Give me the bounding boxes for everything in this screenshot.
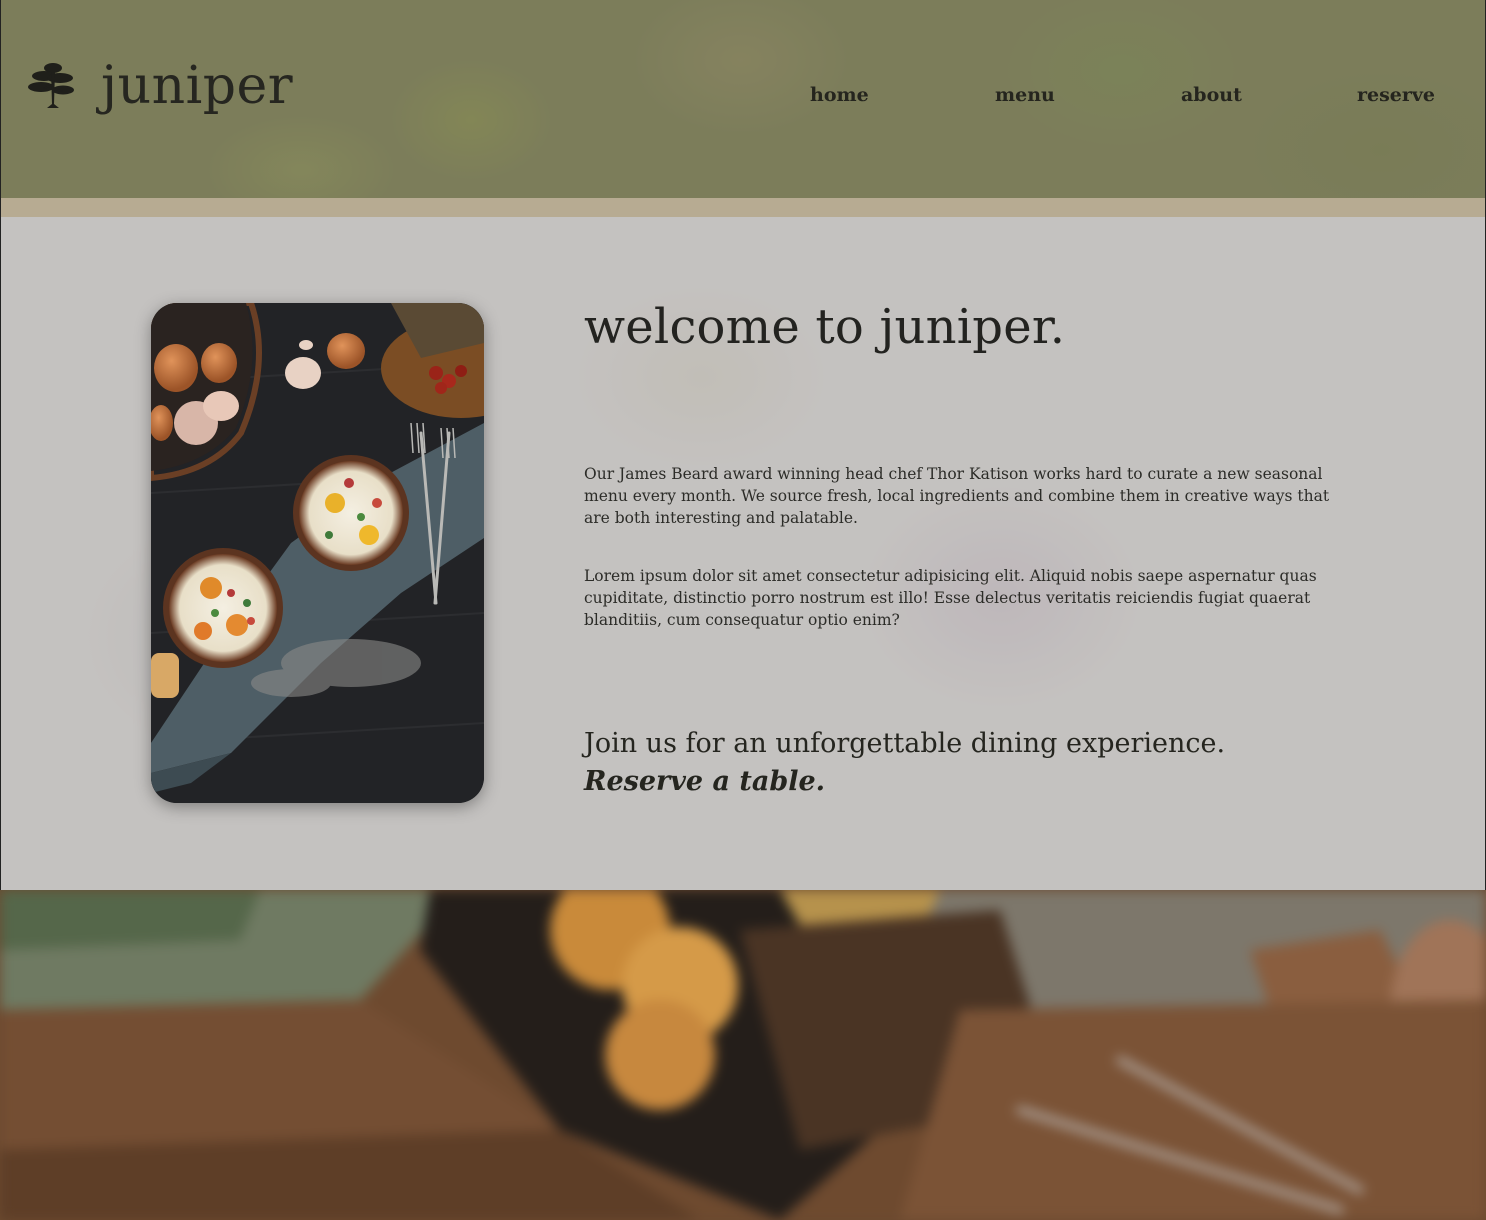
- site-header: juniper home menu about reserve: [0, 0, 1486, 198]
- chef-paragraph: Our James Beard award winning head chef …: [584, 465, 1330, 527]
- header-divider: [0, 198, 1486, 217]
- reserve-cta: Join us for an unforgettable dining expe…: [584, 725, 1344, 801]
- footer-background-photo: [0, 890, 1486, 1220]
- nav-about[interactable]: about: [1181, 84, 1242, 106]
- nav-menu[interactable]: menu: [995, 84, 1055, 106]
- nav-home[interactable]: home: [810, 84, 869, 106]
- page-title: welcome to juniper.: [584, 299, 1066, 355]
- cta-text: Join us for an unforgettable dining expe…: [584, 728, 1226, 759]
- welcome-section: welcome to juniper. Our James Beard awar…: [0, 217, 1486, 890]
- lorem-paragraph: Lorem ipsum dolor sit amet consectetur a…: [584, 567, 1317, 629]
- main-nav: home menu about reserve: [1, 84, 1486, 114]
- nav-reserve[interactable]: reserve: [1357, 84, 1435, 106]
- reserve-table-link[interactable]: Reserve a table.: [584, 766, 825, 797]
- food-photo: [151, 303, 484, 803]
